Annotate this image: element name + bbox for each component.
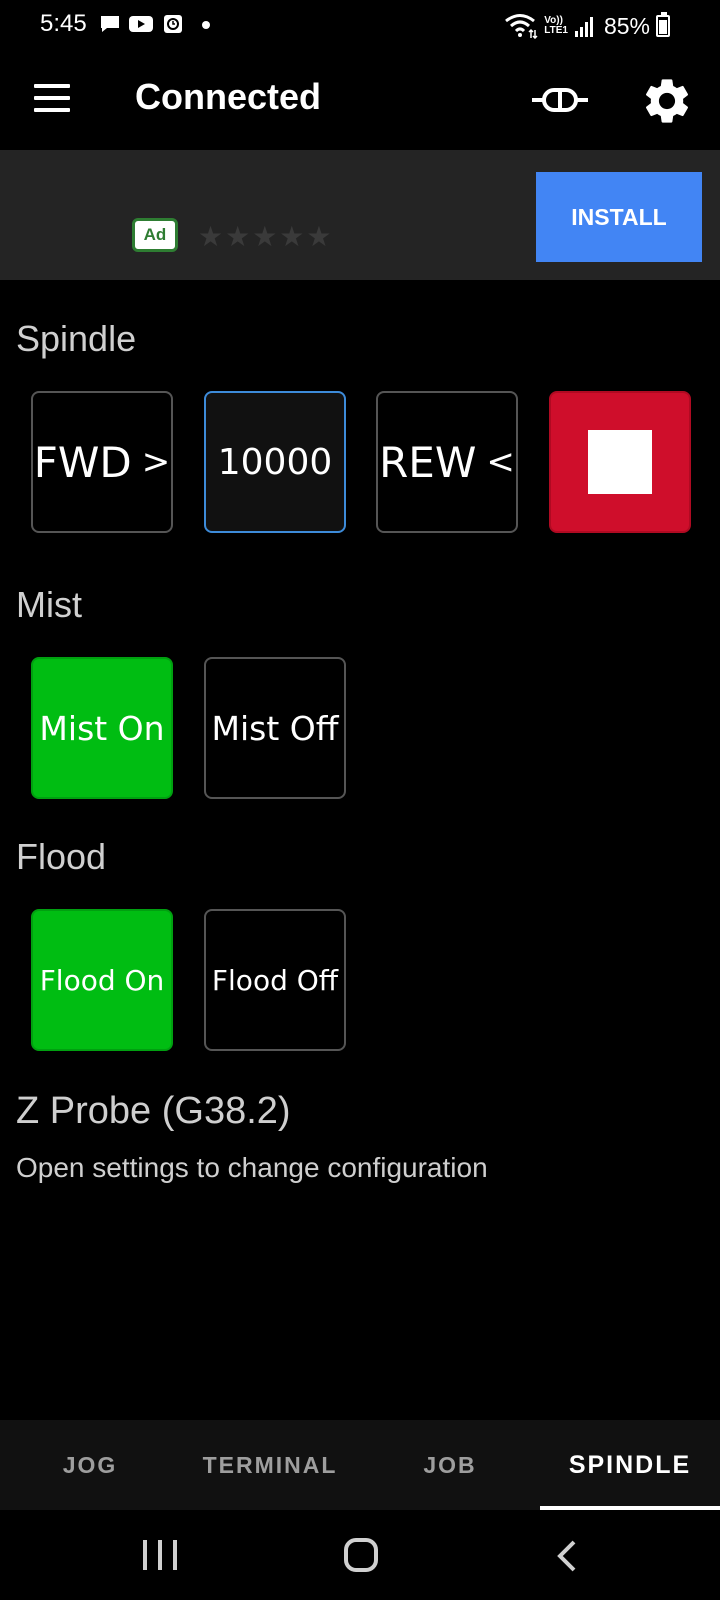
connection-plug-icon[interactable] xyxy=(530,80,590,120)
volte-icon: Vo)) LTE1 xyxy=(544,16,568,36)
tab-terminal[interactable]: TERMINAL xyxy=(180,1420,360,1510)
app-toolbar: Connected xyxy=(0,52,720,148)
tab-jog[interactable]: JOG xyxy=(0,1420,180,1510)
mist-off-button[interactable]: Mist Off xyxy=(204,657,346,799)
z-probe-hint: Open settings to change configuration xyxy=(16,1152,488,1183)
youtube-icon xyxy=(129,16,153,32)
chat-icon xyxy=(101,16,119,32)
gear-icon[interactable] xyxy=(640,74,694,128)
mist-section-label: Mist xyxy=(16,584,82,625)
status-bar: 5:45 Vo)) LTE1 85% xyxy=(0,0,720,52)
spindle-stop-button[interactable] xyxy=(549,391,691,533)
stop-icon xyxy=(588,430,652,494)
chevron-left-icon: < xyxy=(486,442,515,482)
flood-section-label: Flood xyxy=(16,836,107,877)
spindle-rpm-field[interactable]: 10000 xyxy=(204,391,346,533)
flood-on-button[interactable]: Flood On xyxy=(31,909,173,1051)
z-probe-title: Z Probe (G38.2) xyxy=(16,1090,291,1132)
fwd-label: FWD xyxy=(33,437,132,487)
clock-app-icon xyxy=(164,15,182,33)
battery-icon xyxy=(656,12,670,37)
rating-stars: ★★★★★ xyxy=(198,221,334,252)
flood-off-button[interactable]: Flood Off xyxy=(204,909,346,1051)
hamburger-icon[interactable] xyxy=(34,84,70,112)
home-icon[interactable] xyxy=(344,1538,378,1572)
spindle-reverse-button[interactable]: REW < xyxy=(376,391,518,533)
back-icon[interactable] xyxy=(552,1538,582,1574)
status-time: 5:45 xyxy=(40,10,87,37)
ad-banner[interactable]: Ad ★★★★★ INSTALL xyxy=(0,150,720,280)
spindle-forward-button[interactable]: FWD > xyxy=(31,391,173,533)
wifi-icon xyxy=(505,14,538,39)
chevron-right-icon: > xyxy=(141,442,171,482)
lte-label: LTE1 xyxy=(544,25,568,36)
system-nav-bar xyxy=(0,1510,720,1600)
install-button[interactable]: INSTALL xyxy=(536,172,702,262)
recents-icon[interactable] xyxy=(143,1540,177,1570)
status-icons: Vo)) LTE1 85% xyxy=(504,12,670,40)
notification-dot xyxy=(202,21,210,29)
tab-job[interactable]: JOB xyxy=(360,1420,540,1510)
ad-badge: Ad xyxy=(132,218,178,252)
page-title: Connected xyxy=(135,76,322,117)
battery-percent: 85% xyxy=(603,12,650,39)
bottom-tab-bar: JOG TERMINAL JOB SPINDLE xyxy=(0,1420,720,1510)
mist-on-button[interactable]: Mist On xyxy=(31,657,173,799)
tab-spindle[interactable]: SPINDLE xyxy=(540,1420,720,1510)
signal-icon xyxy=(574,17,593,37)
spindle-section-label: Spindle xyxy=(16,318,137,359)
rew-label: REW xyxy=(379,437,477,487)
battery-level-fill xyxy=(659,20,667,34)
